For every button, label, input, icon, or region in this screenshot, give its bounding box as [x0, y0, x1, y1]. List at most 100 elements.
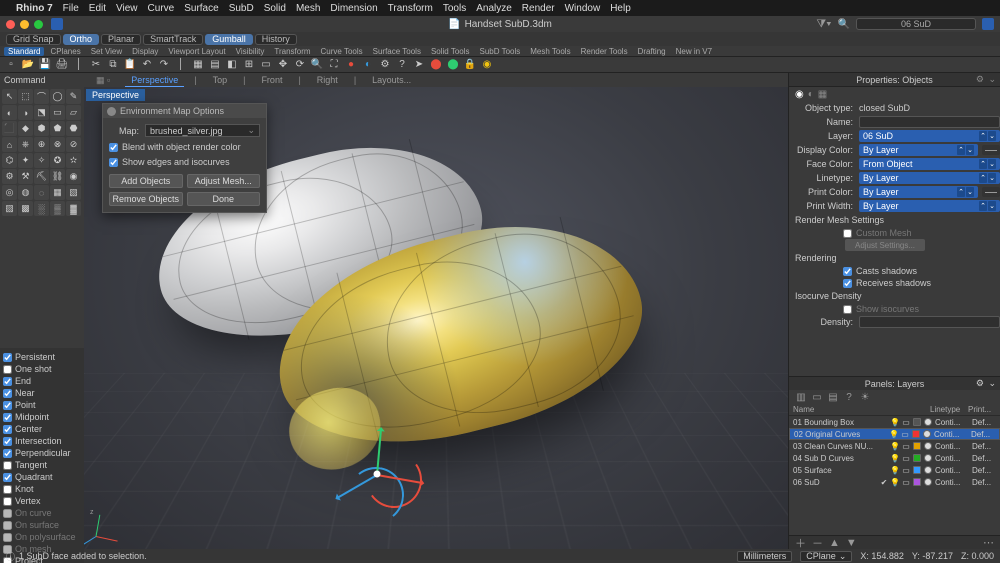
- tool-icon[interactable]: ⚙: [2, 169, 17, 184]
- dropdown[interactable]: By Layer⌃⌄: [859, 200, 1000, 212]
- paste-icon[interactable]: 📋: [123, 58, 137, 72]
- tool-icon[interactable]: ░: [34, 201, 49, 216]
- tool-tab-solid-tools[interactable]: Solid Tools: [427, 47, 474, 56]
- tool-icon[interactable]: ⬣: [66, 121, 81, 136]
- osnap-near[interactable]: Near: [3, 387, 81, 399]
- menu-transform[interactable]: Transform: [388, 3, 433, 14]
- layer-row[interactable]: 01 Bounding Box💡▭Conti...Def...: [789, 416, 1000, 428]
- visible-icon[interactable]: 💡: [891, 418, 899, 426]
- osnap-vertex[interactable]: Vertex: [3, 495, 81, 507]
- layer-row[interactable]: 04 Sub D Curves💡▭Conti...Def...: [789, 452, 1000, 464]
- toggle-planar[interactable]: Planar: [101, 34, 141, 45]
- add-layer-icon[interactable]: ＋: [795, 535, 806, 551]
- environment-map-dialog[interactable]: Environment Map Options Map: brushed_sil…: [102, 103, 267, 213]
- tool-icon[interactable]: ⊘: [66, 137, 81, 152]
- object-properties-icon[interactable]: ◧: [225, 58, 239, 72]
- tool-tab-set-view[interactable]: Set View: [87, 47, 126, 56]
- add-objects-button[interactable]: Add Objects: [109, 174, 183, 188]
- rotate-view-icon[interactable]: ⟳: [293, 58, 307, 72]
- tool-icon[interactable]: ⎈: [18, 137, 33, 152]
- layer-row[interactable]: 05 Surface💡▭Conti...Def...: [789, 464, 1000, 476]
- arrow-icon[interactable]: ➤: [412, 58, 426, 72]
- menu-rhino[interactable]: Rhino 7: [16, 3, 53, 14]
- tool-icon[interactable]: ⛓: [50, 169, 65, 184]
- zoom-icon[interactable]: 🔍: [310, 58, 324, 72]
- tool-icon[interactable]: ⌒: [34, 89, 49, 104]
- visible-icon[interactable]: 💡: [891, 454, 899, 462]
- new-file-icon[interactable]: ▫: [4, 58, 18, 72]
- tool-icon[interactable]: ▩: [18, 201, 33, 216]
- zoom-extents-icon[interactable]: ⛶: [327, 58, 341, 72]
- osnap-center[interactable]: Center: [3, 423, 81, 435]
- dropdown[interactable]: 06 SuD⌃⌄: [859, 130, 1000, 142]
- tool-icon[interactable]: ▭: [50, 105, 65, 120]
- tool-tab-render-tools[interactable]: Render Tools: [577, 47, 632, 56]
- close-window-icon[interactable]: [6, 20, 15, 29]
- tool-icon[interactable]: ◆: [18, 121, 33, 136]
- gear-icon[interactable]: ⚙: [976, 74, 984, 85]
- tool-tab-standard[interactable]: Standard: [4, 47, 44, 56]
- layer-state-icon[interactable]: ▤: [208, 58, 222, 72]
- sun-icon[interactable]: ☀: [859, 392, 871, 403]
- layer-color-swatch[interactable]: [913, 418, 921, 426]
- minimize-window-icon[interactable]: [20, 20, 29, 29]
- units-pill[interactable]: Millimeters: [737, 551, 792, 562]
- cut-icon[interactable]: ✂: [89, 58, 103, 72]
- visible-icon[interactable]: 💡: [891, 478, 899, 486]
- osnap-persistent[interactable]: Persistent: [3, 351, 81, 363]
- dialog-titlebar[interactable]: Environment Map Options: [103, 104, 266, 118]
- adjust-mesh-button[interactable]: Adjust Mesh...: [187, 174, 261, 188]
- menu-edit[interactable]: Edit: [89, 3, 106, 14]
- osnap-one-shot[interactable]: One shot: [3, 363, 81, 375]
- titlebar-right-icon[interactable]: [982, 18, 994, 30]
- tool-icon[interactable]: ⬔: [34, 105, 49, 120]
- tool-icon[interactable]: ◉: [66, 169, 81, 184]
- vp-tab-layouts[interactable]: Layouts...: [366, 74, 417, 86]
- swatch-icon[interactable]: [982, 187, 1000, 197]
- tool-icon[interactable]: ▧: [66, 185, 81, 200]
- menu-analyze[interactable]: Analyze: [476, 3, 512, 14]
- dropdown[interactable]: By Layer⌃⌄: [859, 186, 978, 198]
- menu-subd[interactable]: SubD: [229, 3, 254, 14]
- gumball-widget[interactable]: [322, 419, 432, 529]
- layer-row[interactable]: 02 Original Curves💡▭Conti...Def...: [789, 428, 1000, 440]
- gumball-center[interactable]: [374, 471, 381, 478]
- layer-material-swatch[interactable]: [924, 466, 932, 474]
- layer-material-swatch[interactable]: [924, 442, 932, 450]
- tool-tab-mesh-tools[interactable]: Mesh Tools: [526, 47, 574, 56]
- tool-tab-surface-tools[interactable]: Surface Tools: [369, 47, 425, 56]
- tool-icon[interactable]: ◍: [18, 185, 33, 200]
- current-layer-icon[interactable]: [880, 418, 888, 426]
- fourview-icon[interactable]: ⊞: [242, 58, 256, 72]
- lock-icon[interactable]: 🔒: [463, 58, 477, 72]
- casts-shadows-checkbox[interactable]: Casts shadows: [789, 265, 1000, 277]
- menu-window[interactable]: Window: [565, 3, 601, 14]
- tool-icon[interactable]: ▓: [66, 201, 81, 216]
- tool-icon[interactable]: ⌂: [2, 137, 17, 152]
- hide-icon[interactable]: ⬤: [429, 58, 443, 72]
- remove-layer-icon[interactable]: －: [812, 535, 823, 551]
- visible-icon[interactable]: 💡: [891, 442, 899, 450]
- print-icon[interactable]: 🖨: [55, 58, 69, 72]
- tool-tab-visibility[interactable]: Visibility: [232, 47, 269, 56]
- receives-shadows-checkbox[interactable]: Receives shadows: [789, 277, 1000, 289]
- visible-icon[interactable]: 💡: [891, 466, 899, 474]
- material-tab-icon[interactable]: ◐: [808, 89, 814, 100]
- search-icon[interactable]: 🔍: [838, 19, 850, 30]
- vp-tab-right[interactable]: Right: [311, 74, 344, 86]
- toggle-ortho[interactable]: Ortho: [63, 34, 100, 45]
- redo-icon[interactable]: ↷: [157, 58, 171, 72]
- done-button[interactable]: Done: [187, 192, 261, 206]
- dropdown[interactable]: From Object⌃⌄: [859, 158, 1000, 170]
- tool-tab-new-in-v7[interactable]: New in V7: [672, 47, 716, 56]
- current-layer-icon[interactable]: ✔: [880, 478, 888, 486]
- current-layer-icon[interactable]: [880, 454, 888, 462]
- options-icon[interactable]: ⚙: [378, 58, 392, 72]
- tool-icon[interactable]: ✫: [66, 153, 81, 168]
- osnap-end[interactable]: End: [3, 375, 81, 387]
- lock-icon[interactable]: ▭: [902, 418, 910, 426]
- chevron-down-icon[interactable]: ⌄: [988, 378, 996, 389]
- zoom-window-icon[interactable]: [34, 20, 43, 29]
- copy-icon[interactable]: ⧉: [106, 58, 120, 72]
- help-icon[interactable]: ?: [843, 392, 855, 403]
